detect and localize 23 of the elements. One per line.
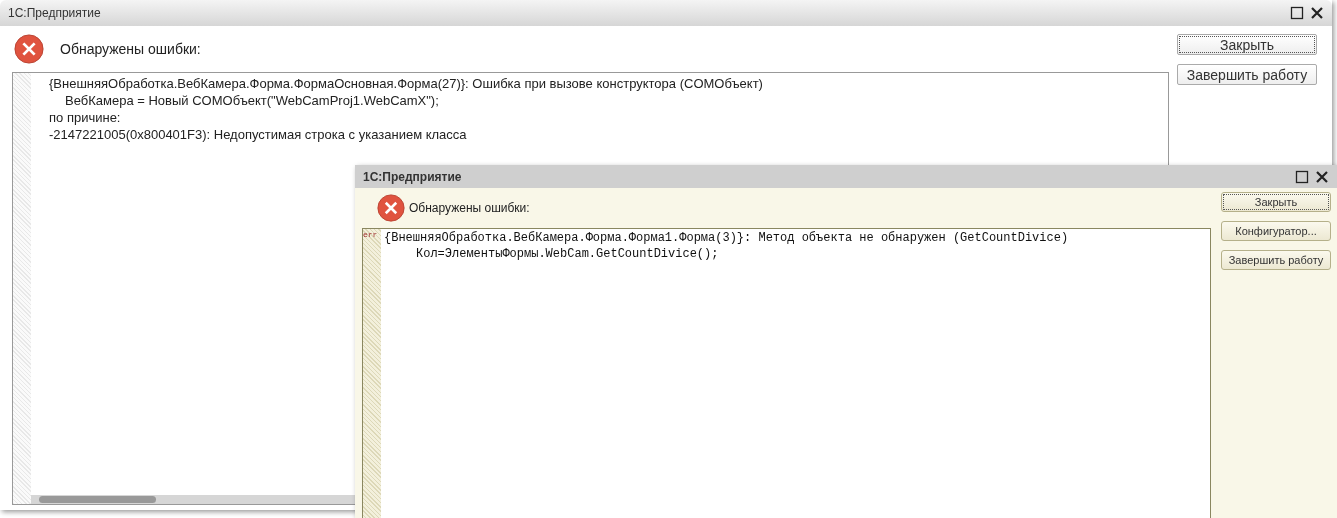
error-line: {ВнешняяОбработка.ВебКамера.Форма.ФормаОсновная.Форма(27)}: Ошибка при вызове конструктора (COMОбъект): [49, 75, 763, 92]
error-heading: Обнаружены ошибки:: [409, 201, 530, 215]
error-line: -2147221005(0x800401F3): Недопустимая строка с указанием класса: [49, 126, 468, 143]
error-line: ВебКамера = Новый COMОбъект("WebCamProj1.WebCamX");: [64, 92, 440, 109]
error-icon: [14, 34, 44, 64]
error-text-area[interactable]: err {ВнешняяОбработка.ВебКамера.Форма.Форма1.Форма(3)}: Метод объекта не обнаружен (GetCountDivice) Кол=ЭлементыФормы.WebCam.GetCountDivice();: [362, 228, 1211, 518]
error-line: {ВнешняяОбработка.ВебКамера.Форма.Форма1.Форма(3)}: Метод объекта не обнаружен (GetCountDivice): [384, 230, 1069, 246]
maximize-icon[interactable]: [1295, 169, 1309, 184]
error-heading: Обнаружены ошибки:: [60, 41, 201, 57]
window-title: 1С:Предприятие: [8, 6, 101, 20]
dialog-button[interactable]: Завершить работу: [1177, 64, 1317, 85]
maximize-icon[interactable]: [1290, 6, 1304, 20]
error-line: по причине:: [49, 109, 122, 126]
window-title: 1С:Предприятие: [363, 169, 462, 184]
error-line: Кол=ЭлементыФормы.WebCam.GetCountDivice();: [415, 246, 720, 262]
dialog-button[interactable]: Конфигуратор...: [1221, 221, 1331, 241]
dialog-button[interactable]: Закрыть: [1221, 192, 1331, 212]
close-icon[interactable]: [1315, 169, 1329, 184]
dialog-button[interactable]: Завершить работу: [1221, 250, 1331, 270]
close-icon[interactable]: [1310, 6, 1324, 20]
gutter-mark: err: [363, 230, 379, 239]
dialog-button[interactable]: Закрыть: [1177, 34, 1317, 55]
error-icon: [377, 194, 405, 222]
